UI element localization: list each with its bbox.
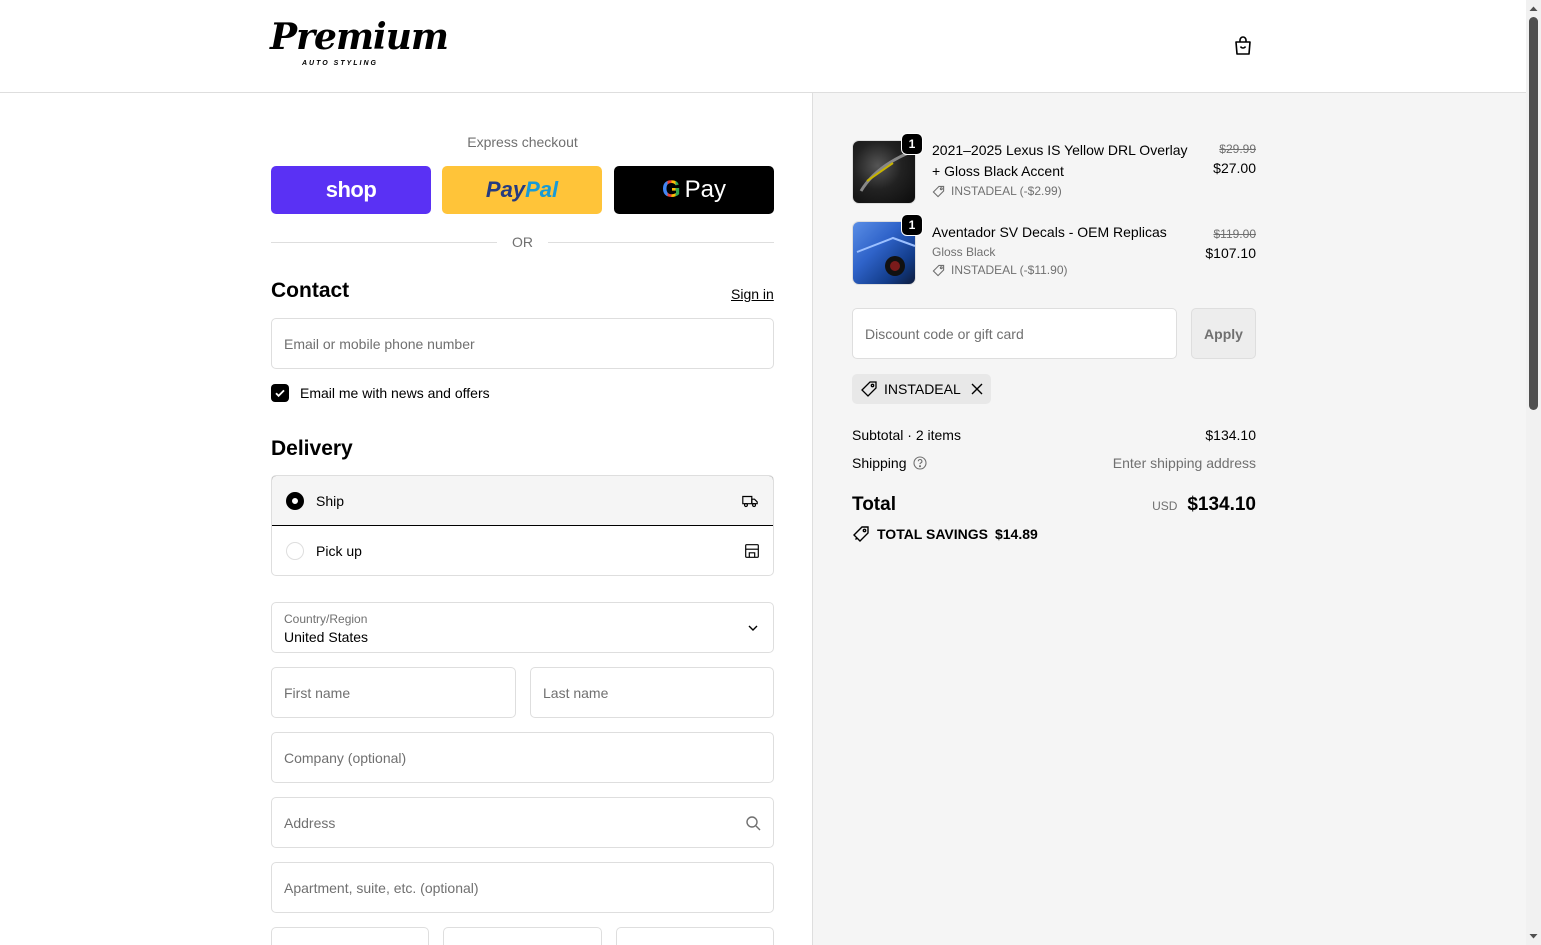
pickup-radio[interactable] bbox=[286, 542, 304, 560]
remove-discount-icon[interactable] bbox=[971, 383, 983, 395]
country-value: United States bbox=[284, 629, 369, 645]
last-name-placeholder: Last name bbox=[543, 685, 609, 701]
pickup-label: Pick up bbox=[316, 543, 362, 559]
item-price: $27.00 bbox=[1213, 160, 1256, 176]
tag-icon bbox=[932, 185, 945, 197]
subtotal-value: $134.10 bbox=[1205, 427, 1256, 443]
apartment-placeholder: Apartment, suite, etc. (optional) bbox=[284, 880, 479, 896]
shop-pay-button[interactable]: shop bbox=[271, 166, 431, 214]
google-pay-button[interactable]: G Pay bbox=[614, 166, 774, 214]
newsletter-label: Email me with news and offers bbox=[300, 385, 490, 401]
cart-item: 1 2021–2025 Lexus IS Yellow DRL Overlay … bbox=[852, 133, 1256, 204]
savings-value: $14.89 bbox=[994, 526, 1038, 542]
store-logo[interactable]: Premium AUTO STYLING bbox=[270, 16, 449, 74]
applied-discount-chip: INSTADEAL bbox=[852, 374, 991, 404]
discount-placeholder: Discount code or gift card bbox=[865, 326, 1024, 342]
shipping-label: Shipping bbox=[852, 455, 907, 471]
contact-heading: Contact bbox=[271, 279, 350, 302]
subtotal-row: Subtotal · 2 items $134.10 bbox=[852, 427, 1256, 443]
apartment-field[interactable]: Apartment, suite, etc. (optional) bbox=[271, 862, 774, 913]
applied-discount-code: INSTADEAL bbox=[884, 381, 961, 397]
item-discount: INSTADEAL (-$11.90) bbox=[932, 263, 1067, 277]
shipping-row: Shipping Enter shipping address bbox=[852, 455, 1256, 471]
logo-subtitle: AUTO STYLING bbox=[302, 60, 378, 67]
shop-pay-label: shop bbox=[325, 177, 377, 202]
first-name-field[interactable]: First name bbox=[271, 667, 516, 718]
paypal-label-pal: Pal bbox=[525, 177, 559, 202]
scrollbar-thumb[interactable] bbox=[1529, 17, 1538, 410]
city-field[interactable] bbox=[271, 927, 429, 945]
email-placeholder: Email or mobile phone number bbox=[284, 336, 475, 352]
total-row: Total USD $134.10 bbox=[852, 494, 1256, 516]
country-select[interactable]: Country/Region United States bbox=[271, 602, 774, 653]
shopping-bag-icon[interactable] bbox=[1231, 34, 1255, 58]
scroll-up-arrow[interactable] bbox=[1529, 4, 1538, 13]
item-price: $107.10 bbox=[1205, 245, 1256, 261]
paypal-button[interactable]: Pay Pal bbox=[442, 166, 602, 214]
country-label: Country/Region bbox=[284, 612, 368, 626]
or-divider: OR bbox=[271, 234, 774, 250]
or-label: OR bbox=[512, 234, 533, 250]
item-discount-label: INSTADEAL (-$2.99) bbox=[951, 184, 1062, 198]
store-icon bbox=[745, 544, 759, 558]
ship-radio[interactable] bbox=[286, 491, 304, 510]
quantity-badge: 1 bbox=[901, 133, 923, 155]
last-name-field[interactable]: Last name bbox=[530, 667, 774, 718]
express-checkout-label: Express checkout bbox=[467, 134, 578, 150]
state-field[interactable] bbox=[443, 927, 602, 945]
savings-label: TOTAL SAVINGS bbox=[877, 526, 988, 542]
cart-item: 1 Aventador SV Decals - OEM Replicas Glo… bbox=[852, 214, 1257, 285]
delivery-option-pickup[interactable]: Pick up bbox=[272, 526, 773, 575]
item-original-price: $119.00 bbox=[1213, 227, 1257, 241]
paypal-label-pay: Pay bbox=[485, 177, 526, 202]
company-field[interactable]: Company (optional) bbox=[271, 732, 774, 783]
item-name: 2021–2025 Lexus IS Yellow DRL Overlay + … bbox=[932, 142, 1188, 179]
first-name-placeholder: First name bbox=[284, 685, 351, 701]
tag-icon bbox=[861, 381, 877, 397]
total-label: Total bbox=[852, 494, 896, 515]
zip-field[interactable] bbox=[616, 927, 774, 945]
help-icon[interactable] bbox=[912, 456, 927, 470]
truck-icon bbox=[742, 495, 758, 507]
checkout-form: Express checkout shop Pay Pal G Pay OR Con… bbox=[0, 93, 812, 945]
search-icon bbox=[746, 816, 761, 831]
ship-label: Ship bbox=[316, 492, 345, 509]
google-g-icon: G bbox=[661, 176, 681, 203]
item-discount-label: INSTADEAL (-$11.90) bbox=[951, 263, 1068, 277]
total-currency: USD bbox=[1152, 499, 1178, 513]
tag-icon bbox=[932, 264, 945, 276]
scroll-down-arrow[interactable] bbox=[1529, 932, 1538, 941]
delivery-method-group: Ship Pick up bbox=[271, 475, 774, 576]
newsletter-row: Email me with news and offers bbox=[271, 384, 490, 402]
checkmark-icon bbox=[275, 389, 285, 398]
subtotal-label: Subtotal · 2 items bbox=[852, 427, 961, 443]
google-pay-label: Pay bbox=[684, 176, 727, 203]
address-placeholder: Address bbox=[284, 815, 336, 831]
discount-code-field[interactable]: Discount code or gift card bbox=[852, 308, 1177, 359]
item-discount: INSTADEAL (-$2.99) bbox=[932, 184, 1062, 198]
item-variant: Gloss Black bbox=[932, 245, 996, 259]
newsletter-checkbox[interactable] bbox=[271, 384, 289, 402]
delivery-option-ship[interactable]: Ship bbox=[272, 476, 773, 526]
savings-tag-icon bbox=[853, 526, 869, 542]
item-original-price: $29.99 bbox=[1219, 142, 1256, 156]
quantity-badge: 1 bbox=[901, 214, 923, 236]
delivery-heading: Delivery bbox=[271, 437, 353, 460]
item-name: Aventador SV Decals - OEM Replicas bbox=[932, 224, 1167, 240]
apply-button[interactable]: Apply bbox=[1191, 308, 1256, 359]
page-scrollbar[interactable] bbox=[1526, 0, 1541, 945]
company-placeholder: Company (optional) bbox=[284, 750, 407, 766]
address-field[interactable]: Address bbox=[271, 797, 774, 848]
total-value: $134.10 bbox=[1187, 494, 1256, 515]
sign-in-link[interactable]: Sign in bbox=[731, 286, 774, 302]
shipping-value: Enter shipping address bbox=[1112, 455, 1256, 471]
total-savings: TOTAL SAVINGS $14.89 bbox=[852, 525, 1038, 543]
order-summary: 1 2021–2025 Lexus IS Yellow DRL Overlay … bbox=[812, 93, 1526, 945]
email-field[interactable]: Email or mobile phone number bbox=[271, 318, 774, 369]
logo-text: Premium bbox=[270, 16, 449, 58]
header: Premium AUTO STYLING bbox=[0, 0, 1526, 93]
chevron-down-icon bbox=[748, 625, 758, 631]
